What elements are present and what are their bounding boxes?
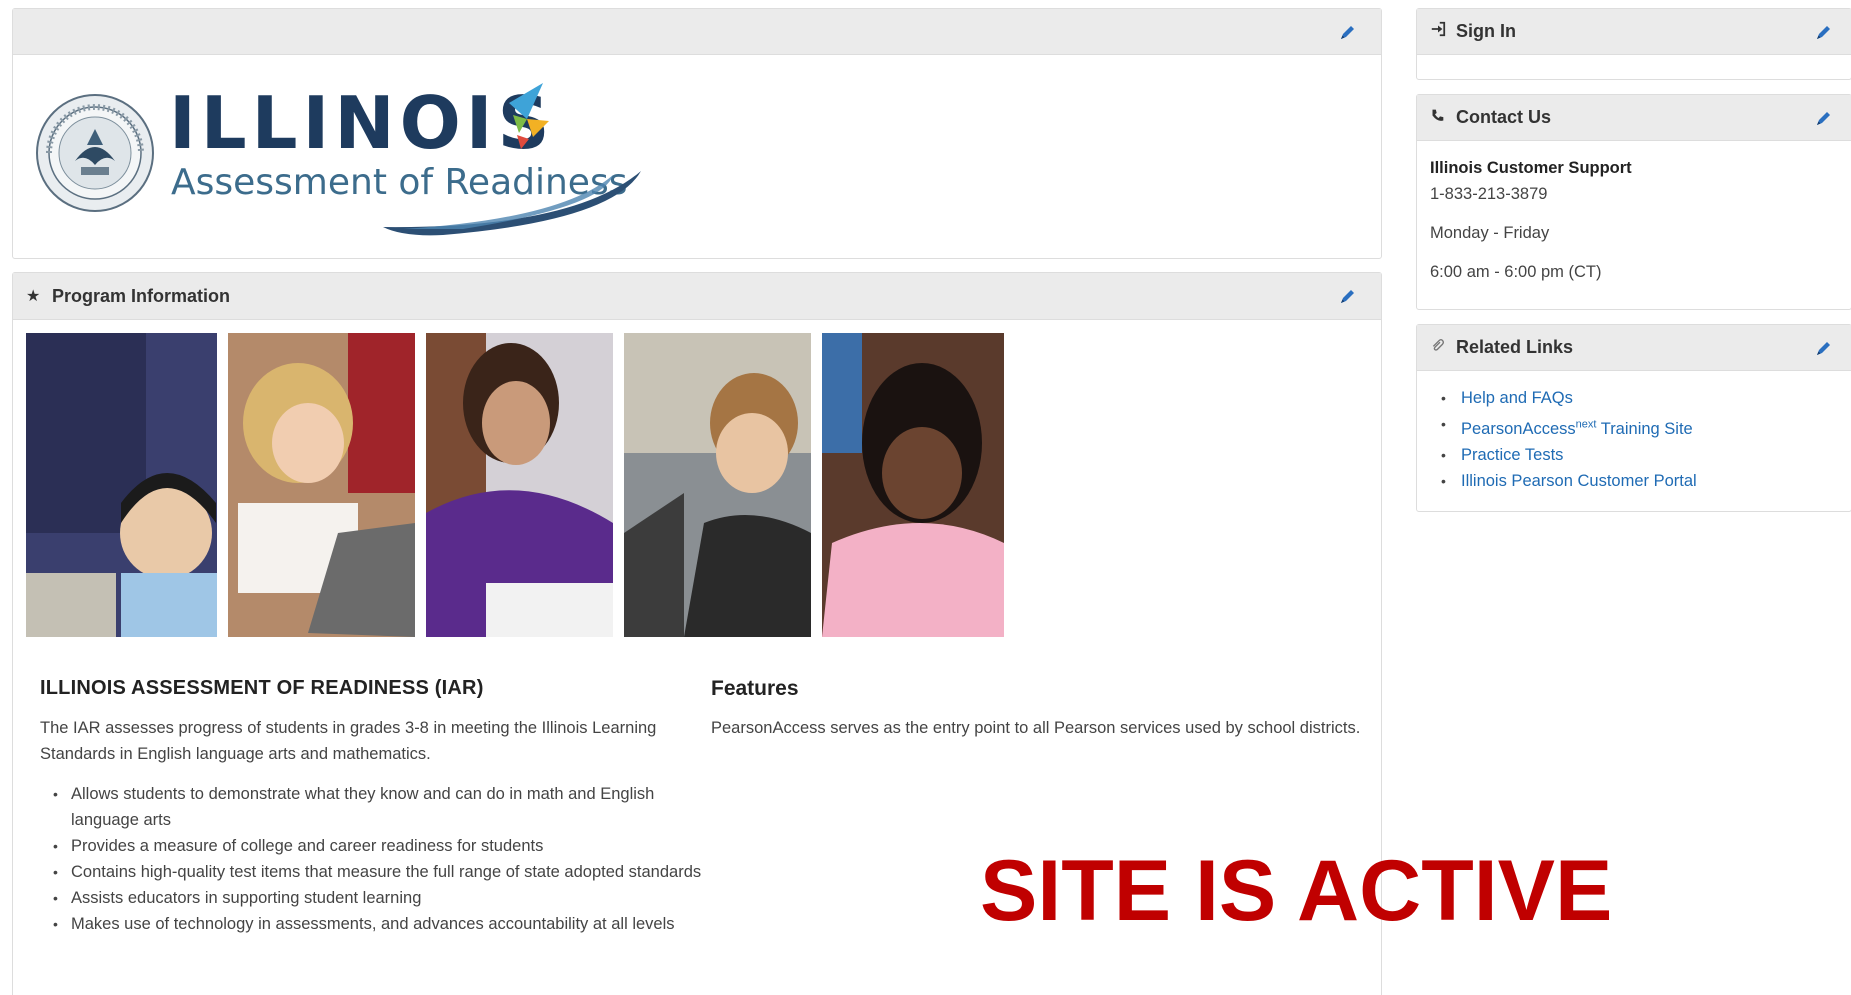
phone-icon bbox=[1430, 108, 1456, 128]
training-site-link-suffix: Training Site bbox=[1596, 419, 1693, 438]
list-item: Contains high-quality test items that me… bbox=[43, 859, 703, 885]
practice-tests-link[interactable]: Practice Tests bbox=[1461, 446, 1563, 464]
student-photo-1 bbox=[26, 333, 217, 637]
training-site-link-sup: next bbox=[1575, 418, 1597, 430]
list-item: Practice Tests bbox=[1433, 442, 1697, 468]
iar-title: ILLINOIS ASSESSMENT OF READINESS (IAR) bbox=[40, 677, 484, 699]
features-title: Features bbox=[711, 677, 799, 700]
related-links-title: Related Links bbox=[1430, 325, 1573, 370]
iar-description: The IAR assesses progress of students in… bbox=[40, 719, 657, 763]
list-item: Provides a measure of college and career… bbox=[43, 833, 703, 859]
related-links-title-text: Related Links bbox=[1456, 337, 1574, 357]
list-item: Illinois Pearson Customer Portal bbox=[1433, 468, 1697, 494]
contact-us-panel: Contact Us Illinois Customer Support 1-8… bbox=[1416, 94, 1851, 310]
contact-title: Contact Us bbox=[1430, 95, 1551, 140]
pencil-icon[interactable] bbox=[1813, 107, 1835, 129]
contact-panel-header: Contact Us bbox=[1417, 95, 1851, 141]
program-panel-title: ★ Program Information bbox=[26, 273, 230, 319]
student-photo-3 bbox=[426, 333, 613, 637]
related-links-list: Help and FAQs PearsonAccessnext Training… bbox=[1433, 385, 1697, 494]
help-faqs-link[interactable]: Help and FAQs bbox=[1461, 389, 1573, 407]
pencil-icon[interactable] bbox=[1337, 21, 1359, 43]
links-panel-header: Related Links bbox=[1417, 325, 1851, 371]
training-site-link[interactable]: PearsonAccessnext Training Site bbox=[1461, 418, 1693, 438]
contact-org: Illinois Customer Support bbox=[1430, 159, 1632, 177]
features-description: PearsonAccess serves as the entry point … bbox=[711, 719, 1361, 737]
pencil-icon[interactable] bbox=[1813, 337, 1835, 359]
logo-panel-header bbox=[13, 9, 1381, 55]
state-seal-icon bbox=[35, 93, 155, 213]
iar-bullet-list: Allows students to demonstrate what they… bbox=[43, 781, 703, 937]
contact-title-text: Contact Us bbox=[1456, 107, 1552, 127]
star-icon: ★ bbox=[26, 288, 41, 305]
training-site-link-prefix: PearsonAccess bbox=[1461, 419, 1576, 438]
pencil-icon[interactable] bbox=[1337, 285, 1359, 307]
contact-hours: 6:00 am - 6:00 pm (CT) bbox=[1430, 263, 1602, 281]
list-item: Makes use of technology in assessments, … bbox=[43, 911, 703, 937]
contact-details: Illinois Customer Support 1-833-213-3879… bbox=[1430, 155, 1632, 285]
sign-in-title[interactable]: Sign In bbox=[1430, 9, 1516, 54]
list-item: PearsonAccessnext Training Site bbox=[1433, 411, 1697, 442]
sign-in-title-text: Sign In bbox=[1456, 21, 1516, 41]
program-panel-title-text: Program Information bbox=[52, 285, 231, 306]
list-item: Assists educators in supporting student … bbox=[43, 885, 703, 911]
sign-in-panel: Sign In bbox=[1416, 8, 1851, 80]
student-photo-4 bbox=[624, 333, 811, 637]
student-photo-5 bbox=[822, 333, 1004, 637]
contact-phone: 1-833-213-3879 bbox=[1430, 185, 1548, 203]
logo-swoosh-icon bbox=[383, 83, 641, 236]
pencil-icon[interactable] bbox=[1813, 21, 1835, 43]
student-photo-2 bbox=[228, 333, 415, 637]
logo-panel: ILLINOIS Assessment of Readiness bbox=[12, 8, 1382, 259]
site-active-overlay: SITE IS ACTIVE bbox=[980, 843, 1613, 939]
program-panel-header: ★ Program Information bbox=[13, 273, 1381, 320]
sign-in-panel-header[interactable]: Sign In bbox=[1417, 9, 1851, 55]
sign-in-icon bbox=[1430, 21, 1456, 42]
list-item: Help and FAQs bbox=[1433, 385, 1697, 411]
customer-portal-link[interactable]: Illinois Pearson Customer Portal bbox=[1461, 472, 1697, 490]
related-links-panel: Related Links Help and FAQs PearsonAcces… bbox=[1416, 324, 1851, 512]
paperclip-icon bbox=[1430, 338, 1456, 358]
contact-days: Monday - Friday bbox=[1430, 224, 1550, 242]
list-item: Allows students to demonstrate what they… bbox=[43, 781, 703, 833]
